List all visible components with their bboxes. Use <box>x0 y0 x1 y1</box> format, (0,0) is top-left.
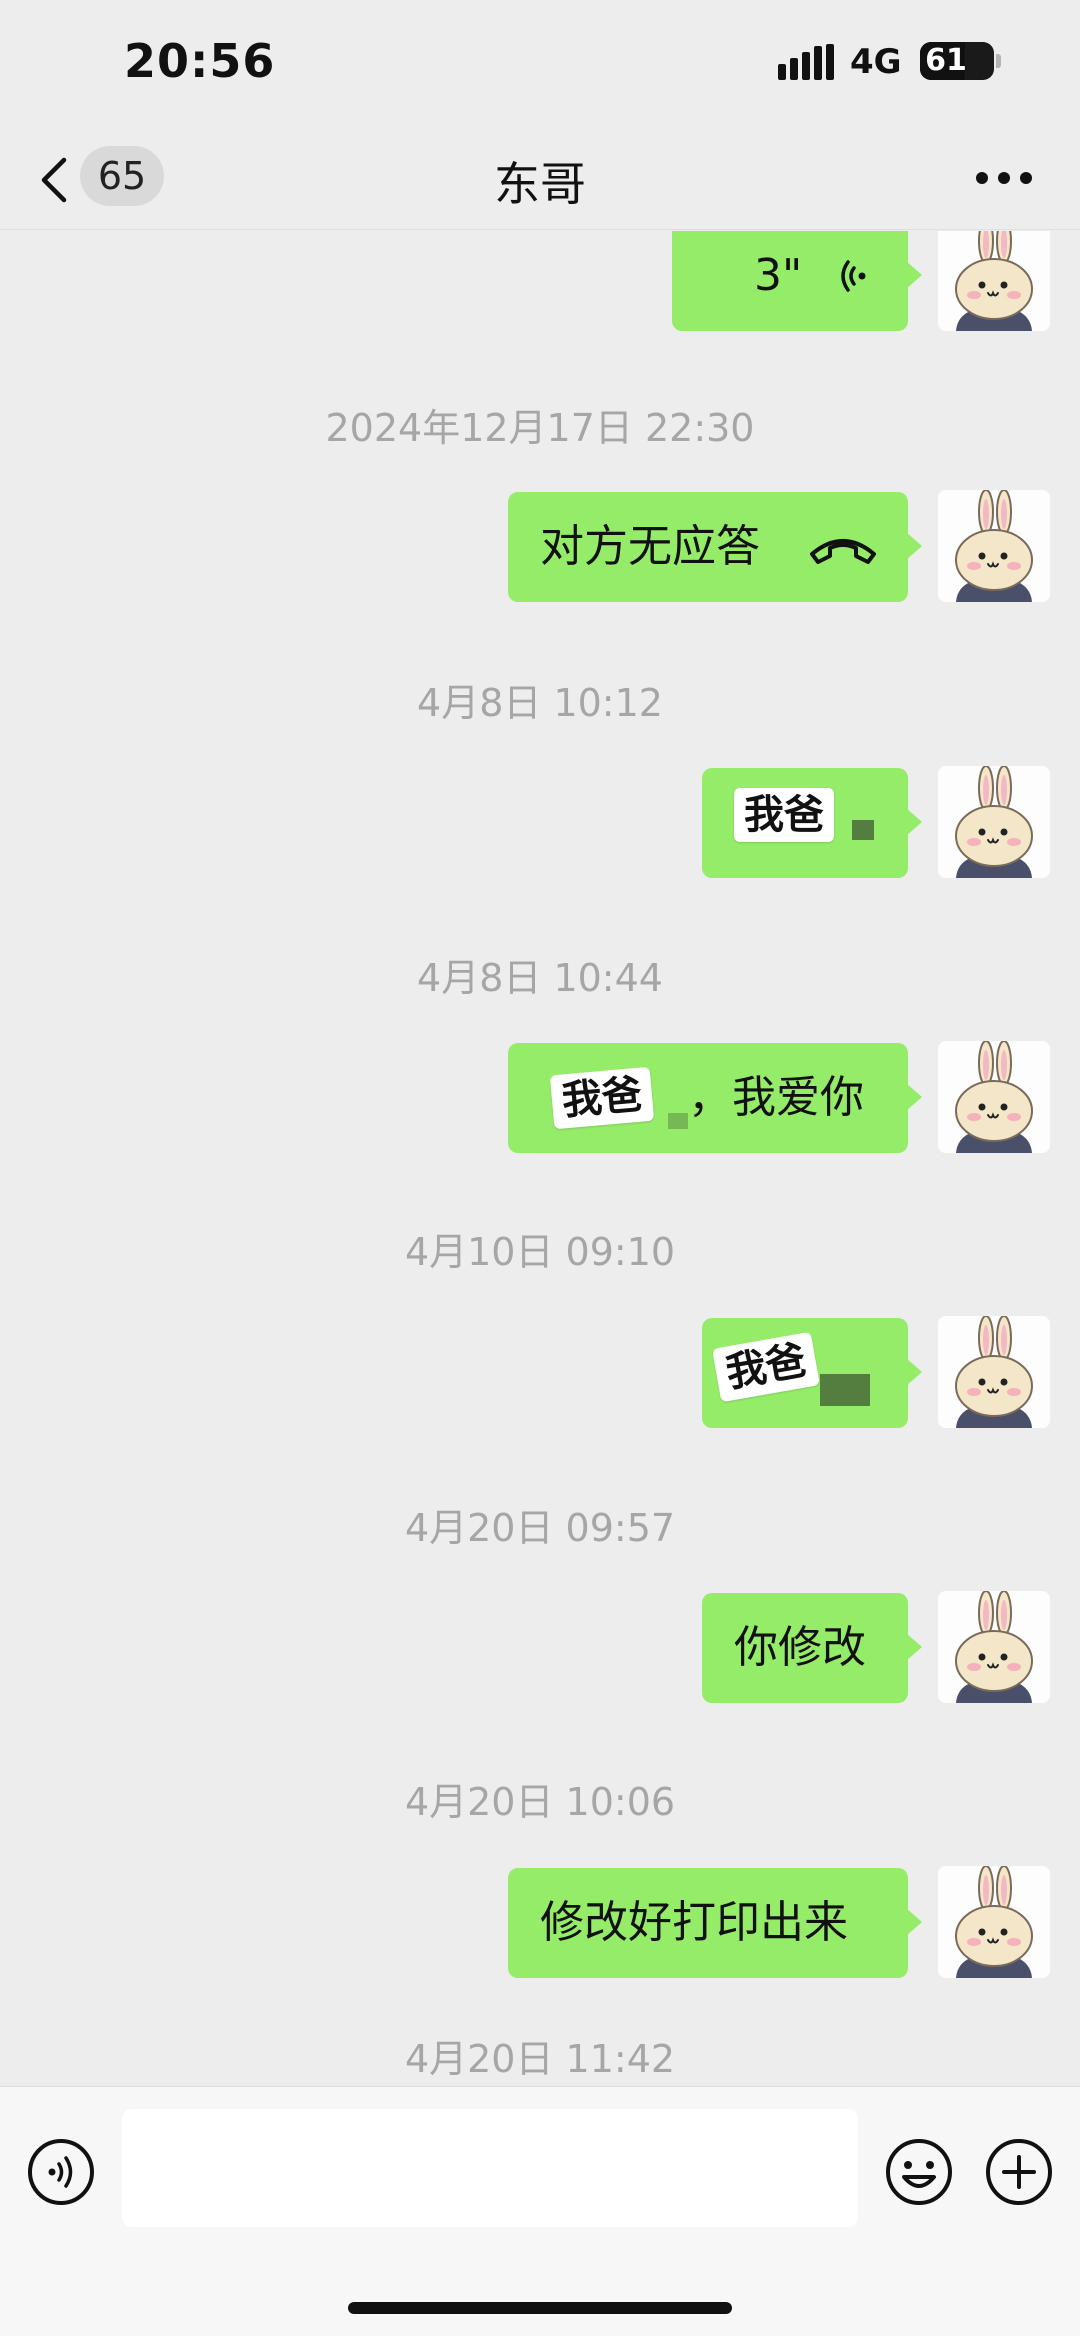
avatar[interactable] <box>938 1041 1050 1153</box>
avatar[interactable] <box>938 1591 1050 1703</box>
timestamp: 2024年12月17日 22:30 <box>325 406 755 450</box>
timestamp: 4月20日 09:57 <box>404 1506 676 1550</box>
sticker-message-bubble[interactable]: 我爸 <box>702 768 922 878</box>
text-message-bubble[interactable]: 你修改 <box>702 1593 922 1703</box>
message-text: 修改好打印出来 <box>540 1897 848 1948</box>
plus-icon[interactable] <box>984 2137 1054 2207</box>
avatar[interactable] <box>938 766 1050 878</box>
bunny-avatar-image <box>938 766 1050 878</box>
battery-tip <box>996 54 1001 68</box>
battery-percent: 61 <box>925 43 967 78</box>
input-bar <box>0 2086 1080 2336</box>
phone-hangup-icon <box>810 539 876 564</box>
avatar[interactable] <box>938 1866 1050 1978</box>
text-message-bubble[interactable]: 修改好打印出来 <box>508 1868 922 1978</box>
call-message-bubble[interactable]: 对方无应答 <box>508 492 922 602</box>
blurred-region <box>668 1113 688 1129</box>
chat-title: 东哥 <box>494 157 586 211</box>
back-chevron-icon[interactable] <box>36 154 72 206</box>
status-bar: 20:56 4G 61 <box>0 0 1080 130</box>
voice-duration: 3" <box>754 250 803 301</box>
timestamp: 4月10日 09:10 <box>404 1230 676 1274</box>
avatar[interactable] <box>938 490 1050 602</box>
voice-wave-icon <box>841 260 866 292</box>
sticker-label: 我爸 <box>712 1331 820 1403</box>
message-text: ，我爱你 <box>688 1072 864 1123</box>
chat-header: 65 东哥 <box>0 130 1080 230</box>
bunny-avatar-image <box>938 231 1050 331</box>
avatar[interactable] <box>938 1316 1050 1428</box>
call-status: 对方无应答 <box>540 521 760 572</box>
blurred-region <box>820 1374 870 1406</box>
bunny-avatar-image <box>938 1866 1050 1978</box>
unread-count-badge[interactable]: 65 <box>80 146 164 206</box>
message-text: 你修改 <box>734 1622 866 1673</box>
timestamp: 4月8日 10:12 <box>417 681 663 725</box>
voice-icon[interactable] <box>26 2137 96 2207</box>
blurred-region <box>852 820 874 840</box>
bunny-avatar-image <box>938 1041 1050 1153</box>
battery-icon: 61 <box>920 42 994 80</box>
signal-icon <box>778 44 834 80</box>
sticker-label: 我爸 <box>549 1066 655 1130</box>
message-list[interactable]: 3" 2024年12月17日 22:30 对方无应答 4月8日 10:12 我爸… <box>0 231 1080 2087</box>
network-type: 4G <box>850 42 902 82</box>
text-message-bubble[interactable]: 我爸 ，我爱你 <box>508 1043 922 1153</box>
timestamp: 4月8日 10:44 <box>417 956 663 1000</box>
avatar[interactable] <box>938 231 1050 331</box>
sticker-message-bubble[interactable]: 我爸 <box>702 1318 922 1428</box>
timestamp: 4月20日 11:42 <box>404 2037 676 2081</box>
sticker-label: 我爸 <box>734 788 834 842</box>
emoji-icon[interactable] <box>884 2137 954 2207</box>
timestamp: 4月20日 10:06 <box>404 1780 676 1824</box>
home-indicator <box>348 2302 732 2314</box>
more-options-icon[interactable] <box>972 160 1036 196</box>
bunny-avatar-image <box>938 490 1050 602</box>
status-time: 20:56 <box>124 34 276 88</box>
bunny-avatar-image <box>938 1591 1050 1703</box>
voice-message-bubble[interactable]: 3" <box>672 231 922 331</box>
message-input[interactable] <box>122 2109 858 2227</box>
bunny-avatar-image <box>938 1316 1050 1428</box>
